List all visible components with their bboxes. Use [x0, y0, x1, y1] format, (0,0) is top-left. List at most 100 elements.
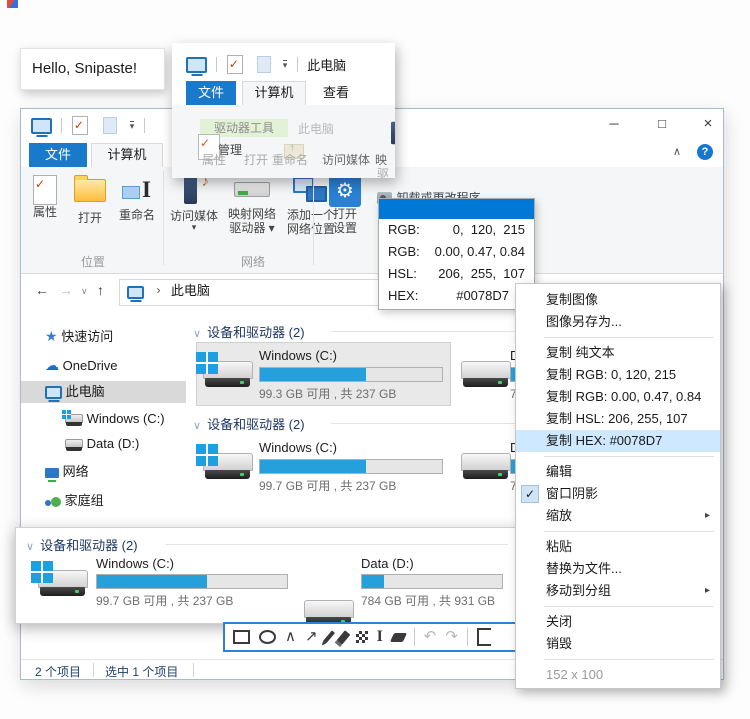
redo-icon[interactable]: ↷: [445, 624, 458, 650]
drive-name: Data (D:): [361, 556, 414, 571]
color-row-hsl: HSL:206, 255, 107: [379, 263, 534, 285]
section-header[interactable]: ∨设备和驱动器 (2): [193, 322, 305, 341]
ribbon-divider: [313, 171, 314, 265]
menu-item-destroy[interactable]: 销毁: [516, 633, 720, 655]
text-tool-icon[interactable]: I: [377, 624, 383, 650]
collapse-chevron-icon: ∨: [193, 328, 201, 340]
arrow-tool-icon[interactable]: ↗: [305, 624, 318, 650]
divider: [414, 628, 415, 646]
sidebar-item-this-pc[interactable]: 此电脑: [21, 381, 186, 403]
drive-capacity-text: 99.7 GB 可用 , 共 237 GB: [96, 592, 233, 609]
forward-button[interactable]: →: [59, 282, 73, 298]
sidebar-item-data-d[interactable]: Data (D:): [21, 433, 186, 455]
hard-drive-icon: [203, 359, 253, 389]
hard-drive-icon: [461, 359, 511, 389]
sidebar-item-windows-c[interactable]: Windows (C:): [21, 408, 186, 430]
tab-computer[interactable]: 计算机: [91, 143, 163, 168]
ellipse-tool-icon[interactable]: [259, 630, 276, 644]
window-title: 此电脑: [307, 58, 346, 73]
access-media-button[interactable]: 访问媒体 ▾: [167, 176, 221, 231]
maximize-button[interactable]: □: [647, 113, 677, 135]
minimize-button[interactable]: ─: [599, 113, 629, 135]
collapse-chevron-icon: ∨: [26, 541, 34, 553]
minimize-ribbon-icon[interactable]: ∧: [673, 145, 681, 158]
snipaste-tray-icon: [7, 0, 18, 8]
pinned-snip-explorer-top[interactable]: ▾ 此电脑 文件 计算机 查看 驱动器工具 此电脑 管理 属性 打开 重命名 访…: [172, 43, 395, 178]
sidebar-item-homegroup[interactable]: 家庭组: [21, 490, 186, 512]
drive-icon: [65, 414, 83, 426]
cloud-icon: ☁: [45, 357, 59, 373]
section-header[interactable]: ∨设备和驱动器 (2): [193, 414, 305, 433]
network-icon: [45, 468, 59, 478]
back-button[interactable]: ←: [35, 282, 49, 298]
star-icon: ★: [45, 328, 58, 344]
hello-snip[interactable]: Hello, Snipaste!: [20, 48, 165, 90]
map-network-drive-button[interactable]: 映射网络 驱动器 ▾: [223, 176, 281, 235]
new-folder-qat-icon[interactable]: [103, 117, 117, 134]
media-pc-icon: [178, 176, 210, 204]
capacity-bar: [96, 574, 288, 589]
menu-item-copy-rgb[interactable]: 复制 RGB: 0, 120, 215: [516, 364, 720, 386]
pen-tool-icon[interactable]: [323, 630, 335, 643]
menu-item-save-image-as[interactable]: 图像另存为...: [516, 311, 720, 333]
menu-item-copy-plain-text[interactable]: 复制 纯文本: [516, 342, 720, 364]
menu-separator: [544, 531, 714, 532]
sidebar-item-onedrive[interactable]: ☁ OneDrive: [21, 354, 186, 376]
desktop: Hello, Snipaste! ▾ ─ □ × 文件 计算机 查看 ∧ ?: [0, 0, 750, 719]
color-row-rgb: RGB:0, 120, 215: [379, 219, 534, 241]
menu-item-zoom[interactable]: 缩放 ▸: [516, 505, 720, 527]
section-divider: [166, 544, 508, 545]
recent-locations-icon[interactable]: ∨: [81, 286, 88, 297]
sidebar-item-quick-access[interactable]: ★ 快速访问: [21, 325, 186, 347]
drive-tile-windows-c[interactable]: Windows (C:) 99.3 GB 可用 , 共 237 GB: [196, 342, 451, 406]
hard-drive-icon: [203, 451, 253, 481]
customize-qat-icon[interactable]: ▾: [130, 121, 135, 130]
drive-name: Windows (C:): [96, 556, 174, 571]
properties-qat-icon[interactable]: [72, 116, 88, 135]
polyline-tool-icon[interactable]: ∧: [285, 624, 296, 650]
ghost-title: 此电脑: [298, 120, 334, 137]
menu-item-copy-hex[interactable]: 复制 HEX: #0078D7: [516, 430, 720, 452]
mosaic-tool-icon[interactable]: [356, 631, 368, 643]
menu-item-paste[interactable]: 粘贴: [516, 536, 720, 558]
open-button[interactable]: 打开: [69, 179, 111, 225]
rectangle-tool-icon[interactable]: [233, 630, 250, 644]
divider: [467, 628, 468, 646]
drive-capacity-text: 99.3 GB 可用 , 共 237 GB: [259, 385, 396, 402]
section-header: ∨设备和驱动器 (2): [26, 535, 138, 554]
menu-item-close[interactable]: 关闭: [516, 611, 720, 633]
divider: [216, 57, 217, 72]
divider: [61, 118, 62, 133]
color-swatch: [379, 199, 534, 219]
this-pc-icon: [127, 286, 144, 299]
menu-item-edit[interactable]: 编辑: [516, 461, 720, 483]
drive-tile-windows-c[interactable]: Windows (C:) 99.7 GB 可用 , 共 237 GB: [196, 434, 451, 498]
this-pc-icon: [45, 386, 62, 399]
divider: [193, 663, 194, 677]
menu-item-window-shadow[interactable]: ✓ 窗口阴影: [516, 483, 720, 505]
snip-edit-toolbar: ∧ ↗ I ↶ ↷: [223, 622, 519, 652]
marker-tool-icon[interactable]: [336, 630, 350, 644]
pinned-snip-drives[interactable]: ∨设备和驱动器 (2) Windows (C:) 99.7 GB 可用 , 共 …: [15, 527, 522, 624]
eraser-tool-icon[interactable]: [390, 633, 407, 642]
menu-item-copy-hsl[interactable]: 复制 HSL: 206, 255, 107: [516, 408, 720, 430]
drive-capacity-text: 99.7 GB 可用 , 共 237 GB: [259, 477, 396, 494]
color-row-rgb-float: RGB:0.00, 0.47, 0.84: [379, 241, 534, 263]
undo-icon[interactable]: ↶: [424, 624, 437, 650]
rename-button[interactable]: 重命名: [113, 177, 161, 222]
drive-icon: [65, 439, 83, 451]
tab-file[interactable]: 文件: [29, 143, 87, 167]
help-icon[interactable]: ?: [697, 144, 713, 160]
menu-item-copy-rgb-float[interactable]: 复制 RGB: 0.00, 0.47, 0.84: [516, 386, 720, 408]
up-button[interactable]: ↑: [97, 282, 104, 298]
menu-item-replace-with-file[interactable]: 替换为文件...: [516, 558, 720, 580]
menu-item-copy-image[interactable]: 复制图像: [516, 289, 720, 311]
properties-button[interactable]: 属性: [25, 175, 65, 219]
clipped-tool-icon[interactable]: [477, 628, 491, 646]
open-settings-button[interactable]: ⚙ 打开 设置: [321, 175, 369, 235]
capacity-bar: [259, 459, 443, 474]
close-button[interactable]: ×: [693, 113, 723, 135]
menu-item-move-to-group[interactable]: 移动到分组 ▸: [516, 580, 720, 602]
hard-drive-icon: [461, 451, 511, 481]
sidebar-item-network[interactable]: 网络: [21, 461, 186, 483]
